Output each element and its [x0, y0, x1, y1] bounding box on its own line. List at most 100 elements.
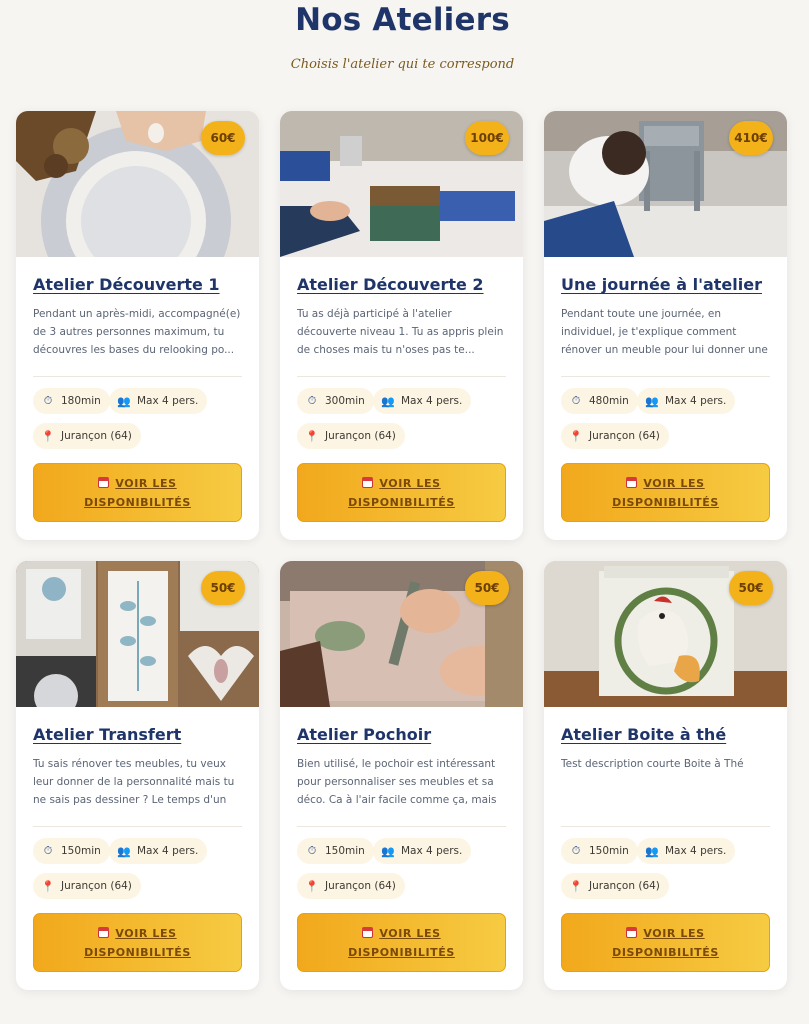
location-chip: 📍 Jurançon (64) [33, 423, 141, 449]
cta-line2: DISPONIBILITÉS [612, 495, 719, 509]
capacity-chip: 👥 Max 4 pers. [109, 388, 208, 414]
cta-line1: VOIR LES [115, 926, 177, 940]
pin-icon: 📍 [41, 879, 55, 893]
capacity-label: Max 4 pers. [665, 395, 727, 407]
price-badge: 50€ [201, 571, 245, 605]
capacity-label: Max 4 pers. [137, 845, 199, 857]
availability-button[interactable]: VOIR LES DISPONIBILITÉS [561, 463, 770, 522]
duration-chip: ⏱ 150min [297, 838, 374, 864]
card-description: Pendant un après-midi, accompagné(e) de … [33, 308, 241, 356]
pin-icon: 📍 [305, 429, 319, 443]
duration-chip: ⏱ 480min [561, 388, 638, 414]
duration-label: 150min [325, 845, 365, 857]
duration-chip: ⏱ 300min [297, 388, 374, 414]
duration-label: 150min [61, 845, 101, 857]
pin-icon: 📍 [569, 879, 583, 893]
card-description: Tu as déjà participé à l'atelier découve… [297, 308, 504, 356]
page-title: Nos Ateliers [295, 2, 510, 38]
location-chip: 📍 Jurançon (64) [33, 873, 141, 899]
cta-line1: VOIR LES [379, 476, 441, 490]
stopwatch-icon: ⏱ [571, 394, 581, 407]
workshop-card: 60€ Atelier Découverte 1 Pendant un aprè… [16, 111, 259, 540]
capacity-label: Max 4 pers. [401, 845, 463, 857]
availability-button[interactable]: VOIR LES DISPONIBILITÉS [297, 463, 506, 522]
card-title[interactable]: Atelier Découverte 1 [33, 275, 248, 294]
card-description: Test description courte Boite à Thé [561, 758, 744, 770]
card-title[interactable]: Atelier Boite à thé [561, 725, 776, 744]
people-icon: 👥 [645, 394, 659, 408]
price-badge: 100€ [465, 121, 509, 155]
cta-line1: VOIR LES [379, 926, 441, 940]
duration-chip: ⏱ 150min [33, 838, 110, 864]
capacity-label: Max 4 pers. [401, 395, 463, 407]
location-chip: 📍 Jurançon (64) [561, 873, 669, 899]
price-badge: 50€ [729, 571, 773, 605]
capacity-chip: 👥 Max 4 pers. [637, 388, 736, 414]
pin-icon: 📍 [305, 879, 319, 893]
duration-label: 180min [61, 395, 101, 407]
stopwatch-icon: ⏱ [43, 844, 53, 857]
stopwatch-icon: ⏱ [307, 394, 317, 407]
location-label: Jurançon (64) [61, 430, 132, 442]
capacity-chip: 👥 Max 4 pers. [373, 838, 472, 864]
cta-line1: VOIR LES [643, 476, 705, 490]
card-title[interactable]: Atelier Pochoir [297, 725, 512, 744]
cta-line2: DISPONIBILITÉS [348, 495, 455, 509]
divider [561, 826, 770, 827]
people-icon: 👥 [381, 844, 395, 858]
availability-button[interactable]: VOIR LES DISPONIBILITÉS [33, 913, 242, 972]
location-label: Jurançon (64) [589, 880, 660, 892]
stopwatch-icon: ⏱ [307, 844, 317, 857]
calendar-icon [362, 926, 374, 938]
calendar-icon [626, 476, 638, 488]
duration-chip: ⏱ 150min [561, 838, 638, 864]
capacity-chip: 👥 Max 4 pers. [637, 838, 736, 864]
card-description: Bien utilisé, le pochoir est intéressant… [297, 758, 497, 806]
duration-label: 480min [589, 395, 629, 407]
card-title[interactable]: Atelier Découverte 2 [297, 275, 512, 294]
price-badge: 50€ [465, 571, 509, 605]
pin-icon: 📍 [41, 429, 55, 443]
divider [297, 376, 506, 377]
divider [561, 376, 770, 377]
location-chip: 📍 Jurançon (64) [297, 423, 405, 449]
calendar-icon [98, 926, 110, 938]
capacity-label: Max 4 pers. [137, 395, 199, 407]
cta-line1: VOIR LES [643, 926, 705, 940]
capacity-chip: 👥 Max 4 pers. [373, 388, 472, 414]
availability-button[interactable]: VOIR LES DISPONIBILITÉS [561, 913, 770, 972]
location-label: Jurançon (64) [325, 430, 396, 442]
people-icon: 👥 [117, 844, 131, 858]
divider [297, 826, 506, 827]
card-title[interactable]: Atelier Transfert [33, 725, 248, 744]
cta-line1: VOIR LES [115, 476, 177, 490]
location-label: Jurançon (64) [61, 880, 132, 892]
duration-label: 300min [325, 395, 365, 407]
calendar-icon [362, 476, 374, 488]
capacity-chip: 👥 Max 4 pers. [109, 838, 208, 864]
card-title[interactable]: Une journée à l'atelier [561, 275, 776, 294]
workshop-card: 50€ Atelier Pochoir Bien utilisé, le poc… [280, 561, 523, 990]
capacity-label: Max 4 pers. [665, 845, 727, 857]
card-description: Tu sais rénover tes meubles, tu veux leu… [33, 758, 235, 806]
availability-button[interactable]: VOIR LES DISPONIBILITÉS [297, 913, 506, 972]
workshop-card: 410€ Une journée à l'atelier Pendant tou… [544, 111, 787, 540]
price-badge: 60€ [201, 121, 245, 155]
page-subtitle: Choisis l'atelier qui te correspond [290, 57, 515, 72]
calendar-icon [626, 926, 638, 938]
duration-chip: ⏱ 180min [33, 388, 110, 414]
workshop-card: 50€ Atelier Boite à thé Test description… [544, 561, 787, 990]
cta-line2: DISPONIBILITÉS [348, 945, 455, 959]
stopwatch-icon: ⏱ [43, 394, 53, 407]
cta-line2: DISPONIBILITÉS [84, 495, 191, 509]
divider [33, 376, 242, 377]
people-icon: 👥 [381, 394, 395, 408]
stopwatch-icon: ⏱ [571, 844, 581, 857]
location-chip: 📍 Jurançon (64) [297, 873, 405, 899]
location-label: Jurançon (64) [325, 880, 396, 892]
cta-line2: DISPONIBILITÉS [84, 945, 191, 959]
people-icon: 👥 [117, 394, 131, 408]
card-description: Pendant toute une journée, en individuel… [561, 308, 768, 356]
workshop-card: 50€ Atelier Transfert Tu sais rénover te… [16, 561, 259, 990]
availability-button[interactable]: VOIR LES DISPONIBILITÉS [33, 463, 242, 522]
